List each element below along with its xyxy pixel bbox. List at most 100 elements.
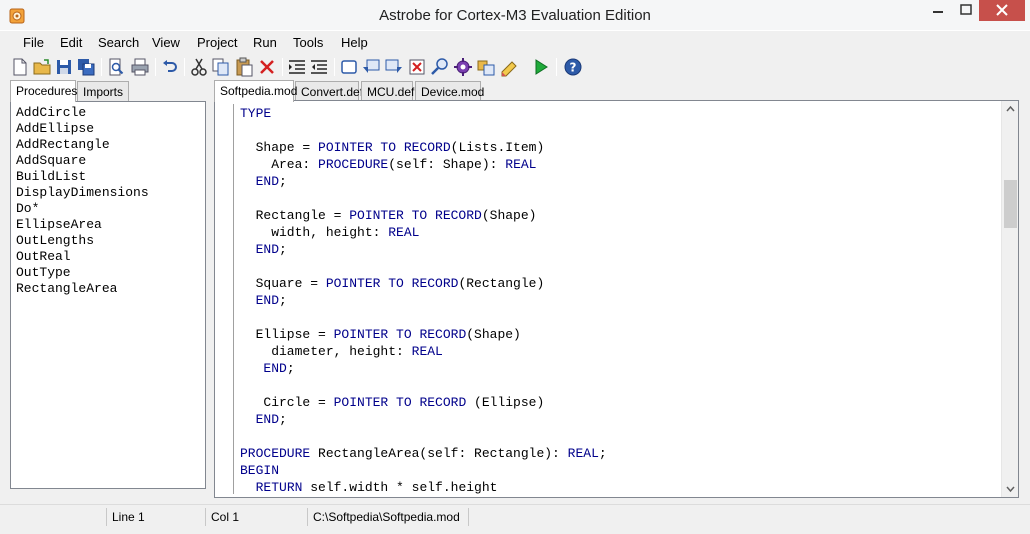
list-item[interactable]: AddEllipse xyxy=(16,121,205,137)
list-item[interactable]: OutLengths xyxy=(16,233,205,249)
code-token: Shape = xyxy=(240,140,319,155)
code-line[interactable]: Circle = POINTER TO RECORD (Ellipse) xyxy=(240,394,607,411)
outdent-icon[interactable] xyxy=(309,57,329,77)
code-line[interactable] xyxy=(240,190,607,207)
code-token: width, height: xyxy=(240,225,389,240)
code-line[interactable]: BEGIN xyxy=(240,462,607,479)
list-item[interactable]: OutReal xyxy=(16,249,205,265)
code-token: RectangleArea(self: Rectangle): xyxy=(310,446,568,461)
code-line[interactable]: END; xyxy=(240,292,607,309)
clear-icon[interactable] xyxy=(407,57,427,77)
tab-imports[interactable]: Imports xyxy=(77,81,129,101)
menu-file[interactable]: File xyxy=(23,35,44,50)
list-item[interactable]: AddSquare xyxy=(16,153,205,169)
menu-edit[interactable]: Edit xyxy=(60,35,82,50)
code-line[interactable]: END; xyxy=(240,360,607,377)
procedures-list[interactable]: AddCircle AddEllipse AddRectangle AddSqu… xyxy=(10,101,206,489)
new-file-icon[interactable] xyxy=(10,57,30,77)
code-token: Rectangle = xyxy=(240,208,350,223)
menu-project[interactable]: Project xyxy=(197,35,237,50)
code-line[interactable]: RETURN self.width * self.height xyxy=(240,479,607,496)
uncomment-icon[interactable] xyxy=(384,57,404,77)
cut-icon[interactable] xyxy=(189,57,209,77)
code-keyword: POINTER TO RECORD xyxy=(325,276,459,291)
code-token: (Shape) xyxy=(481,208,537,223)
code-token: Circle = xyxy=(240,395,334,410)
code-keyword: POINTER TO RECORD xyxy=(333,395,467,410)
code-keyword: POINTER TO RECORD xyxy=(318,140,451,155)
scroll-down-icon[interactable] xyxy=(1002,480,1019,497)
run-icon[interactable] xyxy=(531,57,551,77)
menu-help[interactable]: Help xyxy=(341,35,368,50)
indent-icon[interactable] xyxy=(287,57,307,77)
code-token: ; xyxy=(598,446,607,461)
menu-search[interactable]: Search xyxy=(98,35,139,50)
code-line[interactable] xyxy=(240,309,607,326)
tab-procedures[interactable]: Procedures xyxy=(10,80,77,102)
code-line[interactable]: Square = POINTER TO RECORD(Rectangle) xyxy=(240,275,607,292)
code-keyword: REAL xyxy=(411,344,443,359)
code-line[interactable]: END; xyxy=(240,241,607,258)
tab-convert-def[interactable]: Convert.def xyxy=(295,81,363,101)
code-line[interactable]: Ellipse = POINTER TO RECORD(Shape) xyxy=(240,326,607,343)
code-line[interactable] xyxy=(240,258,607,275)
list-item[interactable]: AddRectangle xyxy=(16,137,205,153)
close-button[interactable] xyxy=(979,0,1025,21)
build-icon[interactable] xyxy=(476,57,496,77)
code-line[interactable] xyxy=(240,377,607,394)
code-keyword: TYPE xyxy=(240,106,272,121)
code-token: ; xyxy=(279,242,287,257)
paste-icon[interactable] xyxy=(234,57,254,77)
code-line[interactable]: Area: PROCEDURE(self: Shape): REAL xyxy=(240,156,607,173)
code-line[interactable] xyxy=(240,122,607,139)
window-title: Astrobe for Cortex-M3 Evaluation Edition xyxy=(379,7,651,24)
print-preview-icon[interactable] xyxy=(106,57,126,77)
scrollbar-thumb[interactable] xyxy=(1004,180,1017,228)
find-icon[interactable] xyxy=(430,57,450,77)
maximize-button[interactable] xyxy=(953,0,979,21)
code-keyword: BEGIN xyxy=(240,463,280,478)
vertical-scrollbar[interactable] xyxy=(1001,101,1018,497)
code-line[interactable]: PROCEDURE RectangleArea(self: Rectangle)… xyxy=(240,445,607,462)
scroll-up-icon[interactable] xyxy=(1002,101,1019,118)
list-item[interactable]: RectangleArea xyxy=(16,281,205,297)
comment-icon[interactable] xyxy=(361,57,381,77)
list-item[interactable]: BuildList xyxy=(16,169,205,185)
delete-icon[interactable] xyxy=(257,57,277,77)
list-item[interactable]: DisplayDimensions xyxy=(16,185,205,201)
settings-gear-icon[interactable] xyxy=(453,57,473,77)
code-line[interactable]: diameter, height: REAL xyxy=(240,343,607,360)
code-line[interactable]: Rectangle = POINTER TO RECORD(Shape) xyxy=(240,207,607,224)
save-icon[interactable] xyxy=(54,57,74,77)
code-line[interactable]: END; xyxy=(240,173,607,190)
list-item[interactable]: EllipseArea xyxy=(16,217,205,233)
menu-view[interactable]: View xyxy=(152,35,180,50)
code-text[interactable]: TYPE Shape = POINTER TO RECORD(Lists.Ite… xyxy=(240,105,607,496)
undo-icon[interactable] xyxy=(160,57,180,77)
print-icon[interactable] xyxy=(130,57,150,77)
tab-softpedia-mod[interactable]: Softpedia.mod xyxy=(214,80,297,102)
copy-icon[interactable] xyxy=(211,57,231,77)
toolbar: ? xyxy=(0,54,1030,80)
compile-icon[interactable] xyxy=(499,57,519,77)
menu-run[interactable]: Run xyxy=(253,35,277,50)
tab-mcu-def[interactable]: MCU.def xyxy=(361,81,414,101)
code-editor[interactable]: TYPE Shape = POINTER TO RECORD(Lists.Ite… xyxy=(214,100,1019,498)
list-item[interactable]: OutType xyxy=(16,265,205,281)
code-line[interactable]: END; xyxy=(240,411,607,428)
code-line[interactable] xyxy=(240,428,607,445)
menu-tools[interactable]: Tools xyxy=(293,35,323,50)
help-icon[interactable]: ? xyxy=(563,57,583,77)
save-all-icon[interactable] xyxy=(76,57,96,77)
list-item[interactable]: AddCircle xyxy=(16,105,205,121)
window-icon[interactable] xyxy=(339,57,359,77)
minimize-button[interactable] xyxy=(924,0,952,21)
list-item[interactable]: Do* xyxy=(16,201,205,217)
maximize-icon xyxy=(960,4,972,15)
code-line[interactable]: TYPE xyxy=(240,105,607,122)
code-line[interactable]: Shape = POINTER TO RECORD(Lists.Item) xyxy=(240,139,607,156)
tab-device-mod[interactable]: Device.mod xyxy=(415,81,484,101)
code-line[interactable]: width, height: REAL xyxy=(240,224,607,241)
open-folder-icon[interactable] xyxy=(32,57,52,77)
